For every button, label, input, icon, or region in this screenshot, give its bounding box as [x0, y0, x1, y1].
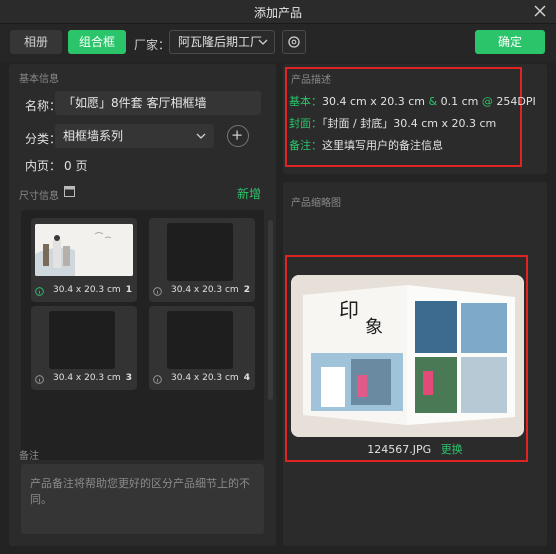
size-cell[interactable]: 30.4 x 20.3 cm 1 — [31, 218, 137, 302]
thickness: 0.1 cm — [440, 95, 479, 108]
cover-label: 封面： — [289, 117, 322, 130]
settings-button[interactable] — [282, 30, 306, 54]
pages-label: 内页： — [25, 159, 62, 173]
cell-number: 1 — [125, 285, 132, 295]
chevron-down-icon — [196, 133, 206, 139]
notes-title: 备注 — [19, 451, 39, 462]
notes-textarea[interactable]: 产品备注将帮助您更好的区分产品细节上的不同。 — [21, 464, 264, 534]
description-title: 产品描述 — [291, 75, 331, 86]
description-panel: 产品描述 基本：30.4 cm x 20.3 cm & 0.1 cm @ 254… — [283, 64, 547, 174]
note-value: 这里填写用户的备注信息 — [322, 139, 443, 152]
close-icon[interactable] — [532, 3, 548, 19]
info-icon — [153, 375, 162, 384]
amp-symbol: & — [428, 95, 438, 108]
confirm-button[interactable]: 确定 — [475, 30, 545, 54]
cell-thumbnail — [167, 311, 233, 369]
tab-album[interactable]: 相册 — [10, 30, 62, 54]
plus-icon — [232, 130, 242, 140]
scrollbar[interactable] — [268, 220, 273, 400]
description-cover: 封面：「封面 / 封底」30.4 cm x 20.3 cm — [289, 115, 496, 131]
name-input[interactable]: 「如愿」8件套 客厅相框墙 — [55, 91, 261, 115]
description-basic: 基本：30.4 cm x 20.3 cm & 0.1 cm @ 254DPI — [289, 93, 536, 109]
cell-size: 30.4 x 20.3 cm — [53, 285, 121, 295]
basic-info-title: 基本信息 — [19, 74, 59, 85]
thumbnail-panel: 产品缩略图 印 象 124567.JPG 更换 — [283, 182, 547, 546]
size-info-title: 尺寸信息 — [19, 191, 59, 202]
pages-value: 0 页 — [64, 159, 88, 173]
thumbnail-file-name: 124567.JPG — [367, 443, 432, 456]
info-icon — [153, 287, 162, 296]
window-title: 添加产品 — [253, 6, 302, 20]
gallery-icon[interactable] — [64, 186, 75, 197]
thumbnail-title: 产品缩略图 — [291, 198, 341, 209]
note-label: 备注： — [289, 139, 322, 152]
cell-thumbnail — [49, 311, 115, 369]
svg-text:印: 印 — [339, 298, 359, 322]
tab-combo-frame[interactable]: 组合框 — [68, 30, 126, 54]
category-select-value: 相框墙系列 — [63, 129, 124, 143]
size-grid: 30.4 x 20.3 cm 1 30.4 x 20.3 cm 2 30.4 x… — [21, 210, 273, 460]
cell-number: 2 — [243, 285, 250, 295]
factory-label: 厂家： — [134, 38, 171, 52]
size-cell[interactable]: 30.4 x 20.3 cm 4 — [149, 306, 255, 390]
gear-icon — [288, 36, 300, 48]
replace-link[interactable]: 更换 — [441, 443, 463, 456]
cell-number: 3 — [125, 373, 132, 383]
size-cell[interactable]: 30.4 x 20.3 cm 2 — [149, 218, 255, 302]
product-thumbnail-image[interactable]: 印 象 — [291, 275, 524, 437]
at-symbol: @ — [481, 95, 493, 108]
cell-thumbnail — [167, 223, 233, 281]
svg-text:象: 象 — [365, 317, 383, 338]
add-category-button[interactable] — [227, 125, 249, 147]
cell-number: 4 — [243, 373, 250, 383]
info-icon — [35, 375, 44, 384]
toolbar: 相册 组合框 厂家： 阿瓦隆后期工厂 确定 — [0, 24, 556, 62]
factory-select-value: 阿瓦隆后期工厂 — [178, 35, 263, 49]
left-panel: 基本信息 名称： 「如愿」8件套 客厅相框墙 分类： 相框墙系列 内页： 0 页… — [9, 64, 276, 546]
factory-select[interactable]: 阿瓦隆后期工厂 — [169, 30, 275, 54]
info-icon — [35, 287, 44, 296]
dpi: 254DPI — [496, 95, 536, 108]
size-cell[interactable]: 30.4 x 20.3 cm 3 — [31, 306, 137, 390]
basic-dims: 30.4 cm x 20.3 cm — [322, 95, 426, 108]
category-select[interactable]: 相框墙系列 — [55, 124, 214, 148]
cell-size: 30.4 x 20.3 cm — [171, 285, 239, 295]
cover-value: 「封面 / 封底」30.4 cm x 20.3 cm — [322, 117, 497, 130]
cell-size: 30.4 x 20.3 cm — [53, 373, 121, 383]
notes-placeholder: 产品备注将帮助您更好的区分产品细节上的不同。 — [30, 477, 250, 506]
basic-label: 基本： — [289, 95, 322, 108]
cell-thumbnail-photo — [35, 224, 133, 276]
description-note: 备注：这里填写用户的备注信息 — [289, 137, 443, 153]
add-new-size-link[interactable]: 新增 — [237, 185, 261, 202]
title-bar: 添加产品 — [0, 0, 556, 24]
cell-size: 30.4 x 20.3 cm — [171, 373, 239, 383]
chevron-down-icon — [258, 39, 268, 45]
thumbnail-file-row: 124567.JPG 更换 — [283, 441, 547, 457]
